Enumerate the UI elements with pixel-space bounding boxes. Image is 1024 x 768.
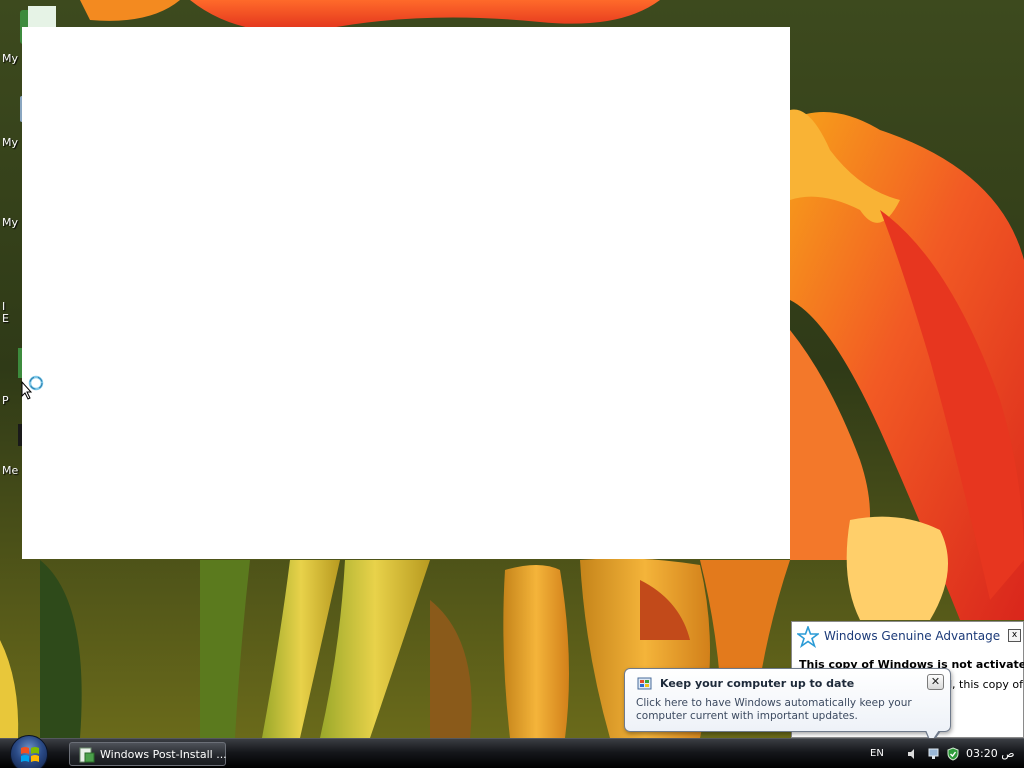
- wga-title: Windows Genuine Advantage: [824, 629, 1001, 643]
- taskbar-clock[interactable]: 03:20 ص: [966, 747, 1015, 760]
- update-balloon-close-button[interactable]: ✕: [927, 674, 944, 690]
- update-balloon-title: Keep your computer up to date: [660, 677, 855, 690]
- installer-icon: [79, 747, 95, 763]
- wga-star-icon: [797, 626, 819, 648]
- taskbar-button-windows-post-install[interactable]: Windows Post-Install ...: [69, 742, 227, 766]
- start-button[interactable]: [10, 735, 48, 768]
- windows-update-icon: [637, 677, 652, 690]
- update-balloon-body[interactable]: Keep your computer up to date ✕ Click he…: [624, 668, 951, 745]
- busy-cursor-icon: [21, 375, 44, 400]
- taskbar: Windows Post-Install ... EN 03:20 ص: [0, 735, 1024, 768]
- update-balloon[interactable]: Keep your computer up to date ✕ Click he…: [624, 668, 951, 748]
- taskbar-button-label: Windows Post-Install ...: [100, 748, 227, 761]
- language-indicator[interactable]: EN: [870, 748, 884, 759]
- wga-close-button[interactable]: x: [1008, 629, 1021, 642]
- network-tray-icon[interactable]: [928, 747, 942, 761]
- speaker-icon[interactable]: [906, 747, 920, 761]
- windows-logo-icon: [21, 747, 39, 762]
- security-shield-icon[interactable]: [946, 747, 960, 761]
- update-balloon-text[interactable]: Click here to have Windows automatically…: [636, 697, 946, 723]
- system-tray: EN 03:20 ص: [860, 739, 1024, 768]
- blank-application-window[interactable]: [22, 27, 790, 559]
